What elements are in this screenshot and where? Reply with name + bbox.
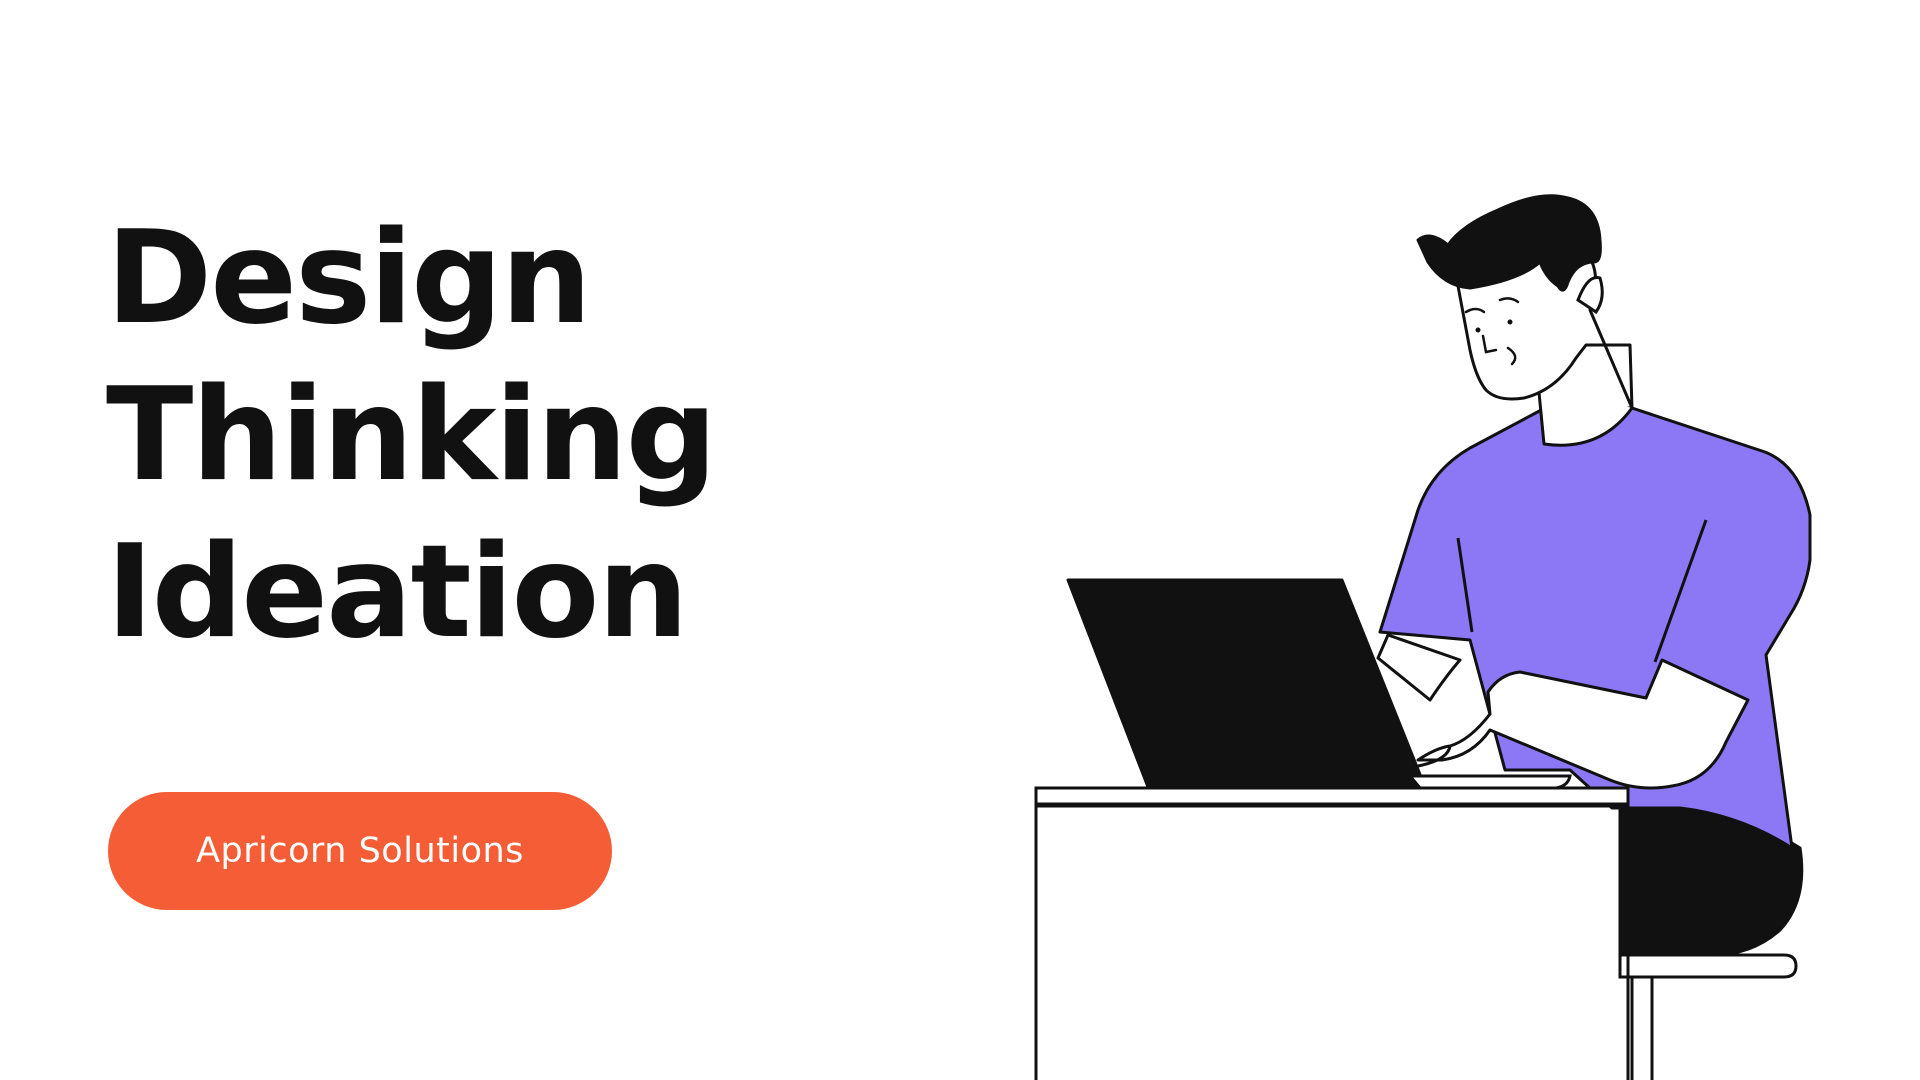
stool <box>1618 953 1798 1080</box>
laptop-screen <box>1066 578 1427 789</box>
laptop-base <box>1406 774 1572 790</box>
person-working-on-laptop-illustration <box>1034 194 1812 1080</box>
slide: Design Thinking Ideation Apricorn Soluti… <box>0 0 1920 1080</box>
desk <box>1034 786 1630 1080</box>
back-arm <box>1376 633 1462 702</box>
